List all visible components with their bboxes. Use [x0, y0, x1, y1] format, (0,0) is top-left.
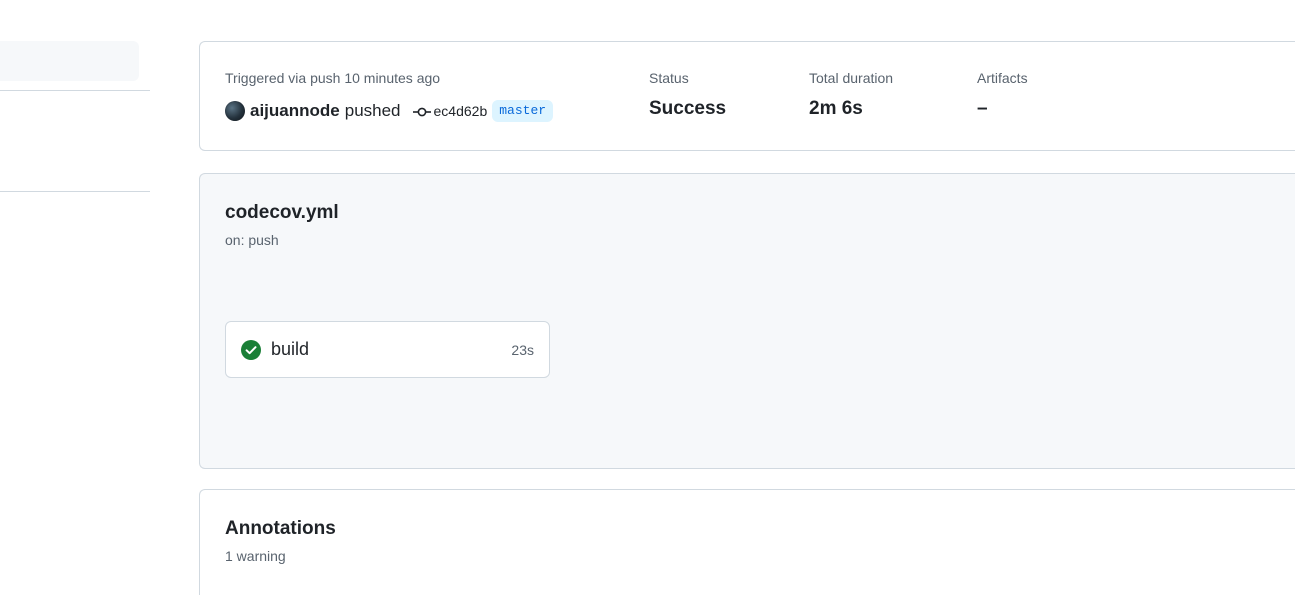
job-name: build	[271, 339, 310, 359]
actor-link[interactable]: aijuannode	[250, 101, 340, 121]
annotations-heading: Annotations	[225, 518, 336, 539]
status-label: Status	[649, 70, 689, 86]
run-summary-card: Triggered via push 10 minutes ago aijuan…	[199, 41, 1295, 151]
branch-badge[interactable]: master	[492, 100, 554, 122]
workflow-graph-card: codecov.yml on: push build 23s	[199, 173, 1295, 469]
workflow-file-name[interactable]: codecov.yml	[225, 202, 339, 224]
sidebar-divider	[0, 191, 150, 192]
check-circle-fill-icon	[241, 340, 261, 360]
artifacts-value: –	[977, 98, 988, 119]
avatar[interactable]	[225, 101, 245, 121]
workflow-trigger: on: push	[225, 232, 279, 248]
annotations-card: Annotations 1 warning	[199, 489, 1295, 595]
total-duration-label: Total duration	[809, 70, 894, 86]
job-build[interactable]: build 23s	[225, 321, 550, 378]
job-duration: 23s	[511, 342, 534, 358]
workflow-run-page: Triggered via push 10 minutes ago aijuan…	[0, 0, 1295, 595]
action-text: pushed	[344, 101, 401, 120]
git-commit-icon	[412, 105, 431, 117]
actor-row: aijuannode pushed ec4d62b master	[225, 99, 554, 123]
commit-sha-link[interactable]: ec4d62b	[434, 103, 488, 119]
trigger-description: Triggered via push 10 minutes ago	[225, 70, 441, 86]
status-value: Success	[649, 98, 727, 119]
total-duration-value: 2m 6s	[809, 98, 863, 119]
annotations-count: 1 warning	[225, 548, 286, 564]
sidebar-item-summary[interactable]	[0, 41, 139, 81]
artifacts-label: Artifacts	[977, 70, 1028, 86]
sidebar-divider	[0, 90, 150, 91]
